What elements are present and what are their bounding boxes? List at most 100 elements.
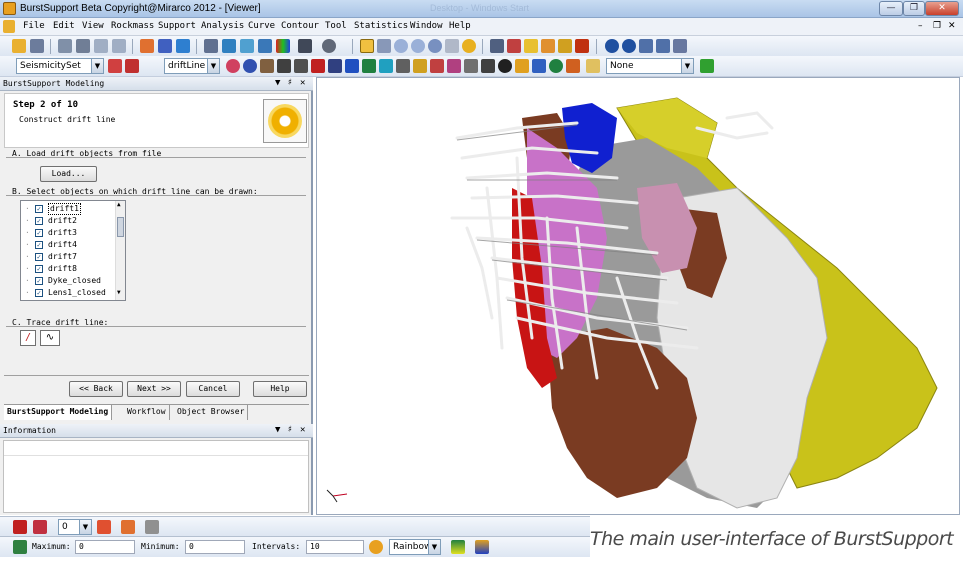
star-icon[interactable] — [541, 39, 555, 53]
bolt-icon[interactable] — [277, 59, 291, 73]
tree-item[interactable]: · ✓ Dyke_closed — [21, 275, 115, 287]
close-icon[interactable]: ✕ — [300, 424, 305, 437]
scroll-thumb[interactable] — [117, 217, 124, 237]
surface-icon[interactable] — [379, 59, 393, 73]
bar-icon[interactable] — [532, 59, 546, 73]
menu-file[interactable]: File — [23, 21, 45, 31]
mesh-bolt-icon[interactable] — [566, 59, 580, 73]
dyke-icon[interactable] — [294, 59, 308, 73]
clipboard-icon[interactable] — [204, 39, 218, 53]
settings-icon[interactable] — [13, 540, 27, 554]
pin-icon[interactable]: ♯ — [287, 424, 292, 437]
crosshair-icon[interactable] — [125, 59, 139, 73]
pin-icon[interactable]: ♯ — [287, 77, 292, 90]
scroll-up-icon[interactable]: ▲ — [117, 201, 121, 208]
delete-icon[interactable] — [76, 39, 90, 53]
none-combo[interactable]: None ▼ — [606, 58, 694, 74]
grid-icon[interactable] — [222, 39, 236, 53]
tree-item[interactable]: · ✓ drift3 — [21, 227, 115, 239]
tree-item[interactable]: · ✓ drift2 — [21, 215, 115, 227]
curve-tool-button[interactable]: ∿ — [40, 330, 60, 346]
legend-bar-icon[interactable] — [451, 540, 465, 554]
layer-combo[interactable]: SeismicitySet ▼ — [16, 58, 104, 74]
close-button[interactable]: ✕ — [925, 1, 959, 16]
axes-icon[interactable] — [507, 39, 521, 53]
seismic-icon[interactable] — [481, 59, 495, 73]
checkbox[interactable]: ✓ — [35, 229, 43, 237]
zoom-out-icon[interactable] — [411, 39, 425, 53]
chart-icon[interactable] — [396, 59, 410, 73]
light-icon[interactable] — [462, 39, 476, 53]
pick-point-icon[interactable] — [140, 39, 154, 53]
back-button[interactable]: << Back — [69, 381, 123, 397]
redo-icon[interactable] — [112, 39, 126, 53]
zoom-in-icon[interactable] — [394, 39, 408, 53]
brush-icon[interactable] — [33, 520, 47, 534]
checkbox[interactable]: ✓ — [35, 265, 43, 273]
target-icon[interactable] — [322, 39, 336, 53]
mdi-restore-icon[interactable]: ❐ — [933, 21, 941, 31]
checkbox[interactable]: ✓ — [35, 253, 43, 261]
crown-icon[interactable] — [558, 39, 572, 53]
cut-icon[interactable] — [58, 39, 72, 53]
stope-icon[interactable] — [464, 59, 478, 73]
object-combo[interactable]: driftLine ▼ — [164, 58, 220, 74]
minimize-button[interactable]: — — [879, 1, 903, 16]
tree-item[interactable]: · ✓ drift8 — [21, 263, 115, 275]
menu-tool[interactable]: Tool — [325, 21, 347, 31]
drill-icon[interactable] — [447, 59, 461, 73]
menu-view[interactable]: View — [82, 21, 104, 31]
triangle-down-icon[interactable] — [121, 520, 135, 534]
dropdown-icon[interactable]: ▼ — [275, 77, 280, 90]
flame-icon[interactable] — [575, 39, 589, 53]
chevron-down-icon[interactable]: ▼ — [428, 540, 440, 554]
paint-icon[interactable] — [260, 59, 274, 73]
menu-analysis[interactable]: Analysis — [201, 21, 244, 31]
menu-support[interactable]: Support — [158, 21, 196, 31]
checkbox[interactable]: ✓ — [35, 277, 43, 285]
globe-icon[interactable] — [605, 39, 619, 53]
colormap-combo[interactable]: Rainbow ▼ — [389, 539, 441, 555]
load-button[interactable]: Load... — [40, 166, 97, 182]
lens-icon[interactable] — [311, 59, 325, 73]
dropdown-icon[interactable]: ▼ — [275, 424, 280, 437]
snap-icon[interactable] — [108, 59, 122, 73]
checkbox[interactable]: ✓ — [35, 289, 43, 297]
tree-item[interactable]: · ✓ drift4 — [21, 239, 115, 251]
mdi-close-icon[interactable]: ✕ — [948, 21, 956, 31]
fault-icon[interactable] — [413, 59, 427, 73]
intervals-field[interactable]: 10 — [306, 540, 364, 554]
table-icon[interactable] — [258, 39, 272, 53]
zoom-extent-icon[interactable] — [377, 39, 391, 53]
tree-item[interactable]: · ✓ drift7 — [21, 251, 115, 263]
cube-icon[interactable] — [345, 59, 359, 73]
block-icon[interactable] — [328, 59, 342, 73]
menu-curve[interactable]: Curve — [248, 21, 275, 31]
chevron-down-icon[interactable]: ▼ — [79, 520, 91, 534]
mine-model-3d[interactable] — [317, 78, 959, 514]
support-icon[interactable] — [515, 59, 529, 73]
tab-workflow[interactable]: Workflow — [124, 405, 170, 420]
maximize-button[interactable]: ❐ — [903, 1, 925, 16]
menu-contour[interactable]: Contour — [281, 21, 319, 31]
maximum-field[interactable]: 0 — [75, 540, 135, 554]
damage-icon[interactable] — [549, 59, 563, 73]
chevron-down-icon[interactable]: ▼ — [681, 59, 693, 73]
calculator-icon[interactable] — [673, 39, 687, 53]
select-icon[interactable] — [445, 39, 459, 53]
window-list-icon[interactable] — [656, 39, 670, 53]
event-icon[interactable] — [498, 59, 512, 73]
frame-icon[interactable] — [298, 39, 312, 53]
help-button[interactable]: Help — [253, 381, 307, 397]
measure-icon[interactable] — [176, 39, 190, 53]
colormap-icon[interactable] — [369, 540, 383, 554]
triangle-up-icon[interactable] — [97, 520, 111, 534]
object-tree[interactable]: · ✓ drift1 · ✓ drift2 · ✓ drift3 · ✓ drift4 · ✓ drift7… — [20, 200, 126, 301]
checkbox[interactable]: ✓ — [35, 205, 43, 213]
k-icon[interactable] — [362, 59, 376, 73]
pan-move-icon[interactable] — [360, 39, 374, 53]
rotate-icon[interactable] — [490, 39, 504, 53]
checkbox[interactable]: ✓ — [35, 217, 43, 225]
value-combo[interactable]: 0 ▼ — [58, 519, 92, 535]
arrow-left-icon[interactable] — [700, 59, 714, 73]
